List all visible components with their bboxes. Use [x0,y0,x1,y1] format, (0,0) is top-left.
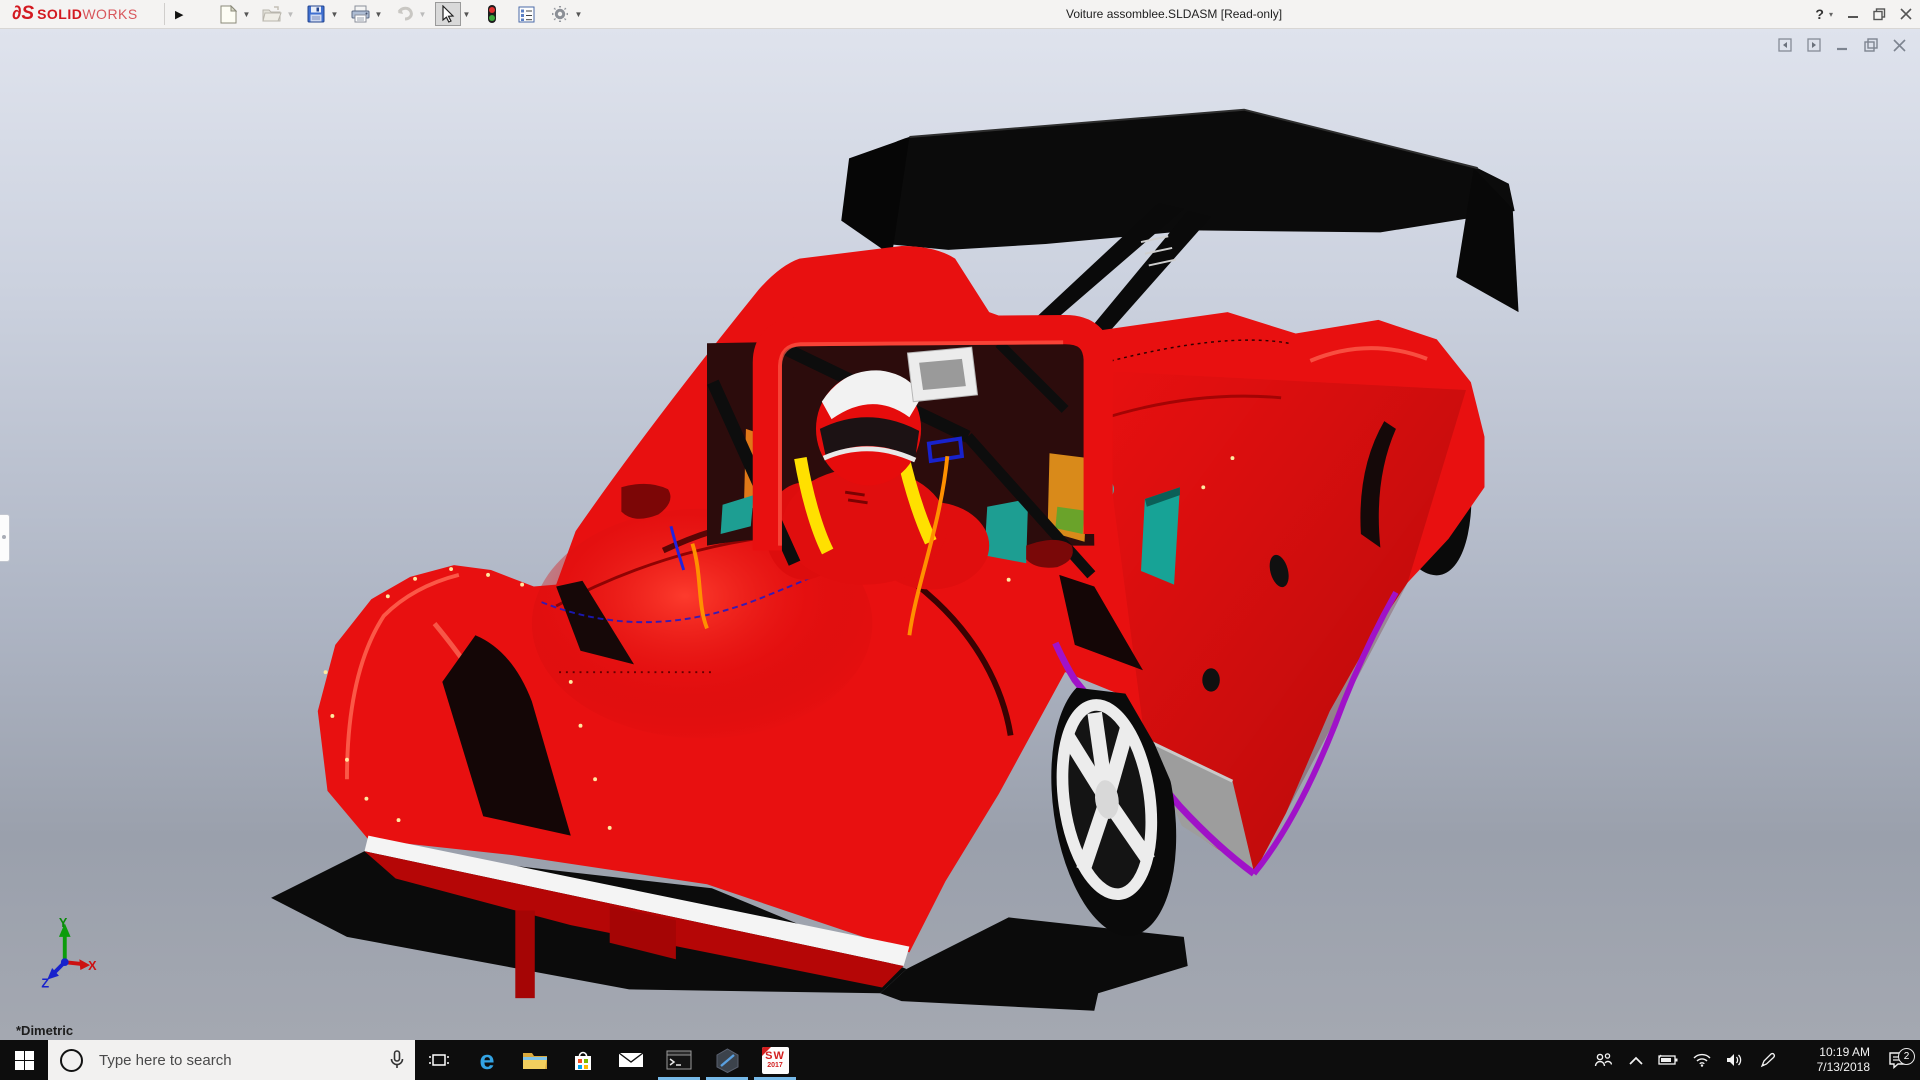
save-button[interactable] [303,2,329,26]
chevron-up-icon[interactable] [1619,1056,1652,1065]
z-axis-label: Z [41,976,49,990]
viewport-minimize-icon[interactable] [1836,39,1849,57]
y-axis-label: Y [59,916,68,930]
volume-icon[interactable] [1718,1053,1751,1067]
select-dropdown-caret[interactable]: ▼ [461,10,471,19]
splitter-handle-dot [2,535,6,539]
x-axis-label: X [88,959,97,973]
options-button[interactable] [547,2,573,26]
system-tray: 10:19 AM 7/13/2018 2 [1586,1040,1920,1080]
solidworks-window: ∂S SOLID WORKS ▶ ▼ ▼ ▼ [0,0,1920,1080]
rebuild-traffic-light-icon [486,4,498,24]
taskbar-app-file-explorer[interactable] [511,1040,559,1080]
new-dropdown-caret[interactable]: ▼ [241,10,251,19]
open-folder-icon [262,6,282,22]
options-gear-icon [551,5,569,23]
taskbar-app-mail[interactable] [607,1040,655,1080]
window-controls: ? ▾ [1815,0,1912,28]
rebuild-button[interactable] [479,2,505,26]
microphone-icon[interactable] [389,1050,405,1070]
taskbar-apps: e [415,1040,799,1080]
undo-button[interactable] [391,2,417,26]
taskbar-clock[interactable]: 10:19 AM 7/13/2018 [1792,1045,1870,1075]
undo-arrow-icon [395,6,414,22]
help-button[interactable]: ? [1815,6,1824,22]
taskbar-app-command-prompt[interactable] [655,1040,703,1080]
divider [164,3,165,25]
hexagon-app-icon [715,1048,740,1073]
notification-badge: 2 [1898,1048,1915,1065]
edge-icon: e [479,1047,494,1074]
car-model-scene[interactable]: Y X Z [0,28,1920,1040]
select-cursor-icon [441,5,455,23]
file-properties-icon [518,6,535,23]
command-prompt-icon [666,1049,692,1071]
windows-taskbar: e [0,1040,1920,1080]
cortana-icon [60,1049,83,1072]
open-button[interactable] [259,2,285,26]
action-center-button[interactable]: 2 [1876,1051,1920,1069]
close-button[interactable] [1900,8,1912,20]
print-dropdown-caret[interactable]: ▼ [373,10,383,19]
rear-view-mirror[interactable] [907,347,977,401]
help-dropdown-caret[interactable]: ▾ [1829,10,1833,19]
feature-pane-collapsed-tab[interactable] [0,514,10,562]
file-explorer-icon [522,1049,548,1071]
viewport-restore-icon[interactable] [1864,38,1878,57]
windows-logo-icon [15,1051,34,1070]
viewport-close-icon[interactable] [1893,39,1906,57]
file-properties-button[interactable] [513,2,539,26]
clock-date: 7/13/2018 [1792,1060,1870,1075]
print-button[interactable] [347,2,373,26]
task-view-button[interactable] [415,1040,463,1080]
brand-text-bold: SOLID [37,6,82,22]
taskbar-app-edge[interactable]: e [463,1040,511,1080]
start-button[interactable] [0,1040,48,1080]
minimize-button[interactable] [1847,8,1859,20]
taskbar-search[interactable] [48,1040,415,1080]
open-dropdown-caret[interactable]: ▼ [285,10,295,19]
new-document-icon [220,5,237,24]
save-floppy-icon [307,5,325,23]
undo-dropdown-caret[interactable]: ▼ [417,10,427,19]
solidworks-logo: ∂S SOLID WORKS [0,4,160,24]
search-input[interactable] [97,1051,389,1070]
solidworks-2017-icon: SW 2017 [762,1047,789,1074]
restore-button[interactable] [1873,8,1886,21]
mail-icon [618,1050,644,1070]
pane-collapse-left-icon[interactable] [1778,38,1792,57]
battery-icon[interactable] [1652,1054,1685,1066]
print-icon [351,5,370,23]
title-bar: ∂S SOLID WORKS ▶ ▼ ▼ ▼ [0,0,1920,29]
pen-icon[interactable] [1751,1052,1784,1068]
new-document-button[interactable] [215,2,241,26]
orientation-triad: Y X Z [41,916,97,990]
solidworks-logo-icon: ∂S [12,4,34,24]
window-title: Voiture assomblee.SLDASM [Read-only] [1066,7,1282,21]
taskbar-app-solidworks[interactable]: SW 2017 [751,1040,799,1080]
brand-text-light: WORKS [82,6,137,22]
clock-time: 10:19 AM [1792,1045,1870,1060]
quick-toolbar: ▼ ▼ ▼ ▼ ▼ [215,2,589,26]
store-icon [571,1048,595,1072]
pane-collapse-right-icon[interactable] [1807,38,1821,57]
wifi-icon[interactable] [1685,1053,1718,1067]
menu-expand-arrow-icon[interactable]: ▶ [169,6,189,23]
options-dropdown-caret[interactable]: ▼ [573,10,583,19]
view-orientation-label: *Dimetric [16,1023,73,1038]
people-icon[interactable] [1586,1052,1619,1068]
taskbar-app-hexagon[interactable] [703,1040,751,1080]
viewport-window-controls [1778,38,1906,57]
task-view-icon [428,1049,450,1071]
save-dropdown-caret[interactable]: ▼ [329,10,339,19]
taskbar-app-store[interactable] [559,1040,607,1080]
select-tool-button[interactable] [435,2,461,26]
graphics-viewport[interactable]: Y X Z *Dimetric [0,28,1920,1040]
